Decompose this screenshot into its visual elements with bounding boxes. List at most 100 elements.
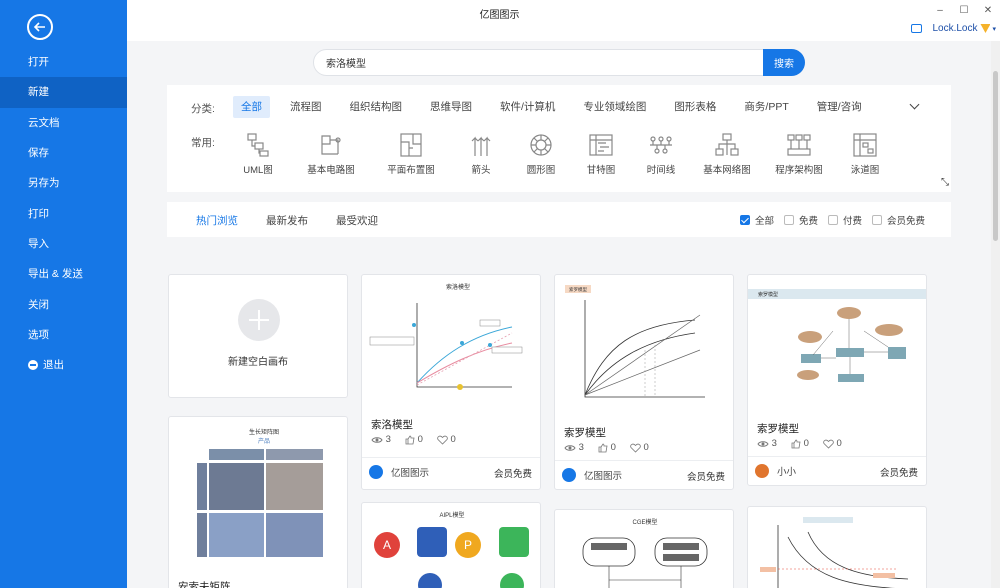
- user-name[interactable]: Lock.Lock: [932, 23, 977, 34]
- common-item-uml[interactable]: UML图: [225, 132, 291, 176]
- template-card[interactable]: 索罗模型 索罗模型 3 0 0 小小 会员免费: [747, 274, 927, 486]
- template-price: 会员免费: [493, 469, 532, 480]
- sidebar-item-label: 新建: [28, 86, 49, 99]
- chevron-down-icon[interactable]: [909, 99, 920, 110]
- svg-text:A: A: [383, 538, 391, 552]
- circle-chart-icon: [530, 134, 552, 156]
- plus-icon: [238, 299, 280, 341]
- maximize-button[interactable]: ☐: [952, 0, 976, 20]
- tab-hot[interactable]: 热门浏览: [196, 213, 238, 228]
- tab-latest[interactable]: 最新发布: [266, 213, 308, 228]
- tab-business-ppt[interactable]: 商务/PPT: [736, 96, 796, 118]
- common-item-label: 箭头: [471, 165, 491, 176]
- likes-stat[interactable]: 0: [791, 438, 809, 449]
- scrollbar-thumb[interactable]: [993, 71, 998, 241]
- common-item-label: 甘特图: [586, 165, 616, 176]
- template-card[interactable]: 生长矩阵图 产品 安索夫矩阵: [168, 416, 348, 588]
- common-item-network[interactable]: 基本网络图: [691, 132, 763, 176]
- thumb-subtitle: 产品: [258, 437, 270, 445]
- thumb-title: AIPL模型: [439, 511, 464, 519]
- template-card[interactable]: 索罗模型 索罗模型 3 0 0 亿图图示 会员免费: [554, 274, 734, 490]
- sidebar-item-new[interactable]: 新建: [0, 77, 127, 108]
- tab-flowchart[interactable]: 流程图: [282, 96, 330, 118]
- sidebar-item-label: 退出: [43, 359, 64, 372]
- sidebar-item-save-as[interactable]: 另存为: [0, 168, 127, 198]
- sidebar-item-print[interactable]: 打印: [0, 198, 127, 228]
- favorites-stat[interactable]: 0: [823, 438, 842, 449]
- tab-mind-map[interactable]: 思维导图: [422, 96, 480, 118]
- timeline-icon: [650, 136, 672, 154]
- sidebar-item-close[interactable]: 关闭: [0, 289, 127, 319]
- tab-graphics-table[interactable]: 图形表格: [666, 96, 724, 118]
- sidebar-item-export-send[interactable]: 导出 & 发送: [0, 259, 127, 289]
- favorites-stat[interactable]: 0: [437, 434, 456, 445]
- template-card[interactable]: AIPL模型 A P: [361, 502, 541, 588]
- chevron-down-icon[interactable]: ▾: [992, 25, 996, 33]
- common-item-gantt[interactable]: 甘特图: [571, 132, 631, 176]
- tab-professional[interactable]: 专业领域绘图: [575, 96, 654, 118]
- checkbox-label: 全部: [754, 216, 774, 227]
- gantt-icon: [589, 134, 613, 156]
- sidebar-item-options[interactable]: 选项: [0, 320, 127, 350]
- template-card[interactable]: 索洛模型 索洛模型 3 0 0 亿图图示 会员免费: [361, 274, 541, 490]
- checkbox-member-free[interactable]: [871, 215, 882, 225]
- new-blank-canvas-card[interactable]: 新建空白画布: [168, 274, 348, 398]
- likes-stat[interactable]: 0: [598, 442, 616, 453]
- tab-org-chart[interactable]: 组织结构图: [342, 96, 411, 118]
- sidebar-item-exit[interactable]: 退出: [0, 350, 127, 380]
- close-button[interactable]: ✕: [976, 0, 1000, 20]
- template-author[interactable]: 亿图图示: [562, 468, 622, 482]
- template-card[interactable]: CGE模型: [554, 509, 734, 588]
- template-title: 索洛模型: [371, 419, 413, 431]
- message-icon[interactable]: [911, 24, 923, 33]
- template-author[interactable]: 小小: [755, 464, 796, 478]
- sidebar-item-label: 打开: [28, 56, 49, 69]
- favorites-stat[interactable]: 0: [630, 442, 649, 453]
- common-item-timeline[interactable]: 时间线: [631, 132, 691, 176]
- common-item-swimlane[interactable]: 泳道图: [835, 132, 895, 176]
- back-arrow-icon: [33, 22, 45, 32]
- tab-software[interactable]: 软件/计算机: [492, 96, 563, 118]
- minimize-button[interactable]: –: [928, 0, 952, 20]
- back-button[interactable]: [27, 14, 53, 40]
- floorplan-icon: [400, 133, 422, 157]
- common-item-circuit[interactable]: 基本电路图: [291, 132, 371, 176]
- common-label: 常用:: [191, 137, 215, 149]
- tab-management[interactable]: 管理/咨询: [809, 96, 870, 118]
- common-item-floorplan[interactable]: 平面布置图: [371, 132, 451, 176]
- sidebar-item-cloud-docs[interactable]: 云文档: [0, 108, 127, 138]
- checkbox-free[interactable]: [783, 215, 794, 225]
- heart-icon: [630, 443, 641, 453]
- uml-icon: [247, 133, 269, 157]
- search-button[interactable]: 搜索: [763, 49, 805, 76]
- user-area[interactable]: Lock.Lock ▾: [911, 23, 996, 34]
- sidebar-item-import[interactable]: 导入: [0, 229, 127, 259]
- template-author[interactable]: 亿图图示: [369, 465, 429, 479]
- exit-icon: [28, 360, 38, 371]
- sidebar-item-open[interactable]: 打开: [0, 47, 127, 77]
- common-item-label: 基本网络图: [703, 165, 751, 176]
- expand-icon[interactable]: ⤡: [941, 177, 949, 188]
- likes-stat[interactable]: 0: [405, 434, 423, 445]
- tab-popular[interactable]: 最受欢迎: [336, 213, 378, 228]
- sidebar-item-label: 导入: [28, 237, 49, 250]
- common-item-arrow[interactable]: 箭头: [451, 132, 511, 176]
- tab-all[interactable]: 全部: [233, 96, 270, 118]
- template-price: 会员免费: [879, 468, 918, 479]
- checkbox-all[interactable]: [739, 215, 750, 225]
- author-name: 小小: [777, 467, 797, 478]
- template-thumbnail: 索罗模型: [748, 289, 926, 382]
- thumb-title: 生长矩阵图: [249, 428, 279, 436]
- swimlane-icon: [853, 133, 877, 157]
- template-card[interactable]: [747, 506, 927, 588]
- network-icon: [715, 133, 739, 156]
- sidebar-item-label: 导出 & 发送: [28, 268, 83, 281]
- checkbox-paid[interactable]: [827, 215, 838, 225]
- common-item-architecture[interactable]: 程序架构图: [763, 132, 835, 176]
- scrollbar[interactable]: [991, 41, 1000, 588]
- common-item-label: 平面布置图: [387, 165, 435, 176]
- common-item-circle-chart[interactable]: 圆形图: [511, 132, 571, 176]
- author-avatar: [562, 468, 576, 482]
- sidebar-item-save[interactable]: 保存: [0, 138, 127, 168]
- search-input[interactable]: [314, 50, 763, 75]
